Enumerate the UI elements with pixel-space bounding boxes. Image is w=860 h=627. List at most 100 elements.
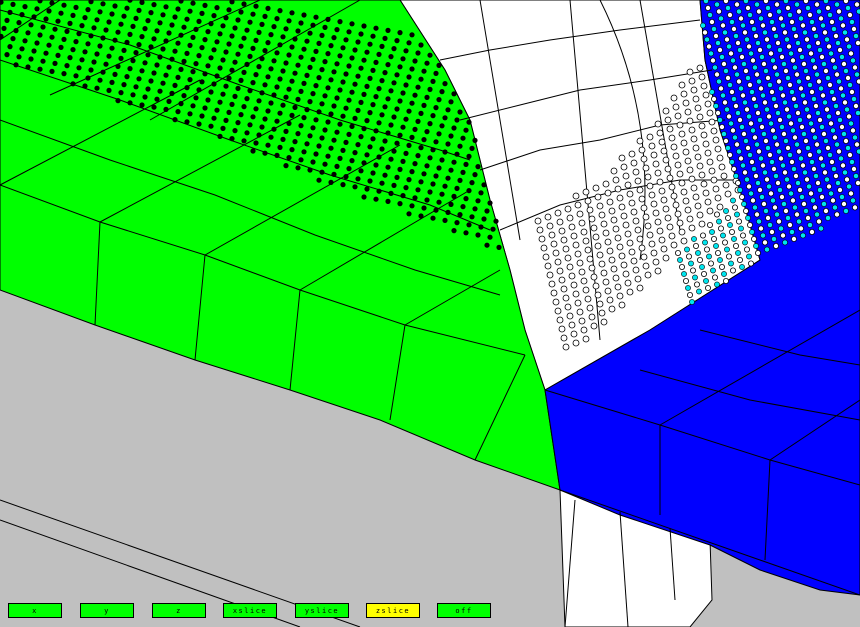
marker-dot (816, 78, 823, 85)
marker-dot (814, 71, 820, 78)
marker-dot (720, 22, 727, 29)
marker-dot (698, 122, 706, 130)
marker-dot (753, 172, 760, 179)
marker-dot (352, 184, 358, 190)
marker-dot (855, 110, 860, 116)
marker-dot (752, 64, 758, 71)
marker-dot (73, 4, 79, 10)
marker-dot (367, 144, 373, 150)
marker-dot (139, 34, 145, 40)
marker-dot (193, 95, 199, 101)
marker-dot (735, 40, 742, 47)
marker-dot (460, 169, 466, 175)
marker-dot (845, 5, 851, 11)
marker-dot (181, 93, 187, 99)
marker-dot (694, 104, 702, 112)
marker-dot (782, 169, 789, 176)
marker-dot (798, 225, 805, 232)
marker-dot (782, 239, 788, 246)
marker-dot (844, 176, 851, 183)
x-button[interactable]: x (8, 603, 62, 618)
marker-dot (205, 97, 211, 103)
marker-dot (562, 343, 570, 351)
marker-dot (690, 184, 698, 192)
marker-dot (91, 25, 97, 31)
off-button[interactable]: off (437, 603, 491, 618)
marker-dot (644, 222, 652, 230)
zslice-button[interactable]: zslice (366, 603, 420, 618)
marker-dot (558, 227, 566, 235)
marker-dot (620, 163, 628, 171)
marker-dot (856, 148, 860, 155)
marker-dot (256, 29, 262, 35)
marker-dot (779, 124, 785, 130)
marker-dot (337, 155, 343, 161)
marker-dot (397, 132, 403, 138)
marker-dot (289, 44, 295, 50)
marker-dot (31, 14, 37, 20)
marker-dot (256, 132, 262, 138)
marker-dot (442, 115, 448, 121)
marker-dot (121, 82, 127, 88)
marker-dot (271, 126, 277, 132)
marker-dot (854, 1, 860, 8)
marker-dot (756, 8, 763, 15)
marker-dot (283, 128, 289, 134)
marker-dot (25, 30, 31, 36)
marker-dot (379, 112, 385, 118)
marker-dot (666, 223, 674, 231)
marker-dot (809, 19, 815, 25)
marker-dot (406, 142, 412, 148)
marker-dot (713, 103, 719, 109)
marker-dot (244, 61, 250, 67)
z-button[interactable]: z (152, 603, 206, 618)
marker-dot (630, 159, 638, 167)
marker-dot (838, 155, 844, 162)
marker-dot (385, 27, 391, 33)
marker-dot (130, 58, 136, 64)
marker-dot (733, 242, 740, 249)
marker-dot (788, 120, 795, 127)
marker-dot (4, 52, 10, 58)
marker-dot (771, 165, 778, 172)
marker-dot (761, 200, 768, 207)
yslice-button[interactable]: yslice (295, 603, 349, 618)
marker-dot (832, 64, 838, 71)
marker-dot (767, 151, 774, 158)
marker-dot (748, 50, 754, 57)
marker-dot (825, 215, 831, 221)
xslice-button[interactable]: xslice (223, 603, 277, 618)
marker-dot (790, 57, 797, 64)
marker-dot (797, 186, 804, 193)
marker-dot (430, 181, 436, 187)
marker-dot (388, 190, 394, 196)
marker-dot (364, 186, 370, 192)
marker-dot (37, 32, 43, 38)
marker-dot (196, 87, 202, 93)
marker-dot (729, 228, 736, 235)
marker-dot (716, 78, 722, 85)
marker-dot (103, 61, 109, 67)
marker-dot (34, 40, 40, 46)
marker-dot (424, 129, 430, 135)
marker-dot (674, 161, 682, 169)
marker-dot (767, 82, 773, 88)
marker-dot (346, 63, 352, 69)
marker-dot (124, 5, 130, 11)
marker-dot (766, 183, 772, 190)
marker-dot (741, 61, 747, 67)
marker-dot (836, 148, 843, 155)
marker-dot (385, 130, 391, 136)
marker-dot (325, 51, 331, 57)
marker-dot (568, 272, 576, 280)
mesh-viewport[interactable] (0, 0, 860, 627)
marker-dot (809, 228, 816, 235)
y-button[interactable]: y (80, 603, 134, 618)
marker-dot (142, 26, 148, 32)
marker-dot (373, 196, 379, 202)
marker-dot (704, 36, 710, 43)
marker-dot (340, 182, 346, 188)
marker-dot (755, 180, 761, 186)
marker-dot (755, 40, 761, 46)
marker-dot (28, 56, 34, 62)
